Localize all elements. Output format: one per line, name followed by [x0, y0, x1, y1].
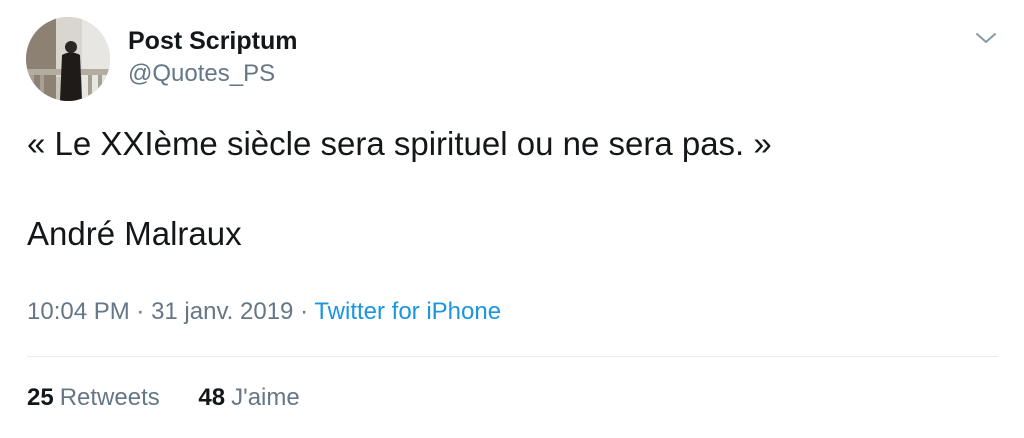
likes-label: J'aime: [231, 384, 300, 411]
likes-count: 48: [198, 384, 226, 411]
tweet-date[interactable]: 31 janv. 2019: [151, 298, 293, 325]
tweet-stats: 25 Retweets 48 J'aime: [27, 383, 300, 413]
retweets-count: 25: [27, 384, 54, 411]
tweet-author-attribution: André Malraux: [27, 215, 242, 252]
display-name[interactable]: Post Scriptum: [128, 26, 297, 56]
tweet-time[interactable]: 10:04 PM: [27, 298, 130, 325]
avatar[interactable]: [26, 17, 110, 101]
user-handle[interactable]: @Quotes_PS: [128, 60, 275, 88]
meta-separator: ·: [293, 298, 315, 325]
retweets-stat[interactable]: 25 Retweets: [27, 383, 160, 413]
divider: [27, 356, 998, 357]
likes-stat[interactable]: 48 J'aime: [198, 383, 299, 413]
tweet-meta: 10:04 PM · 31 janv. 2019 · Twitter for i…: [27, 297, 501, 327]
tweet-quote: « Le XXIème siècle sera spirituel ou ne …: [27, 125, 772, 162]
meta-separator: ·: [129, 298, 152, 325]
tweet-source-link[interactable]: Twitter for iPhone: [314, 298, 501, 325]
tweet-text: « Le XXIème siècle sera spirituel ou ne …: [27, 124, 987, 254]
chevron-down-icon[interactable]: [972, 24, 1000, 52]
retweets-label: Retweets: [59, 384, 160, 411]
tweet-card: Post Scriptum @Quotes_PS « Le XXIème siè…: [0, 0, 1024, 438]
